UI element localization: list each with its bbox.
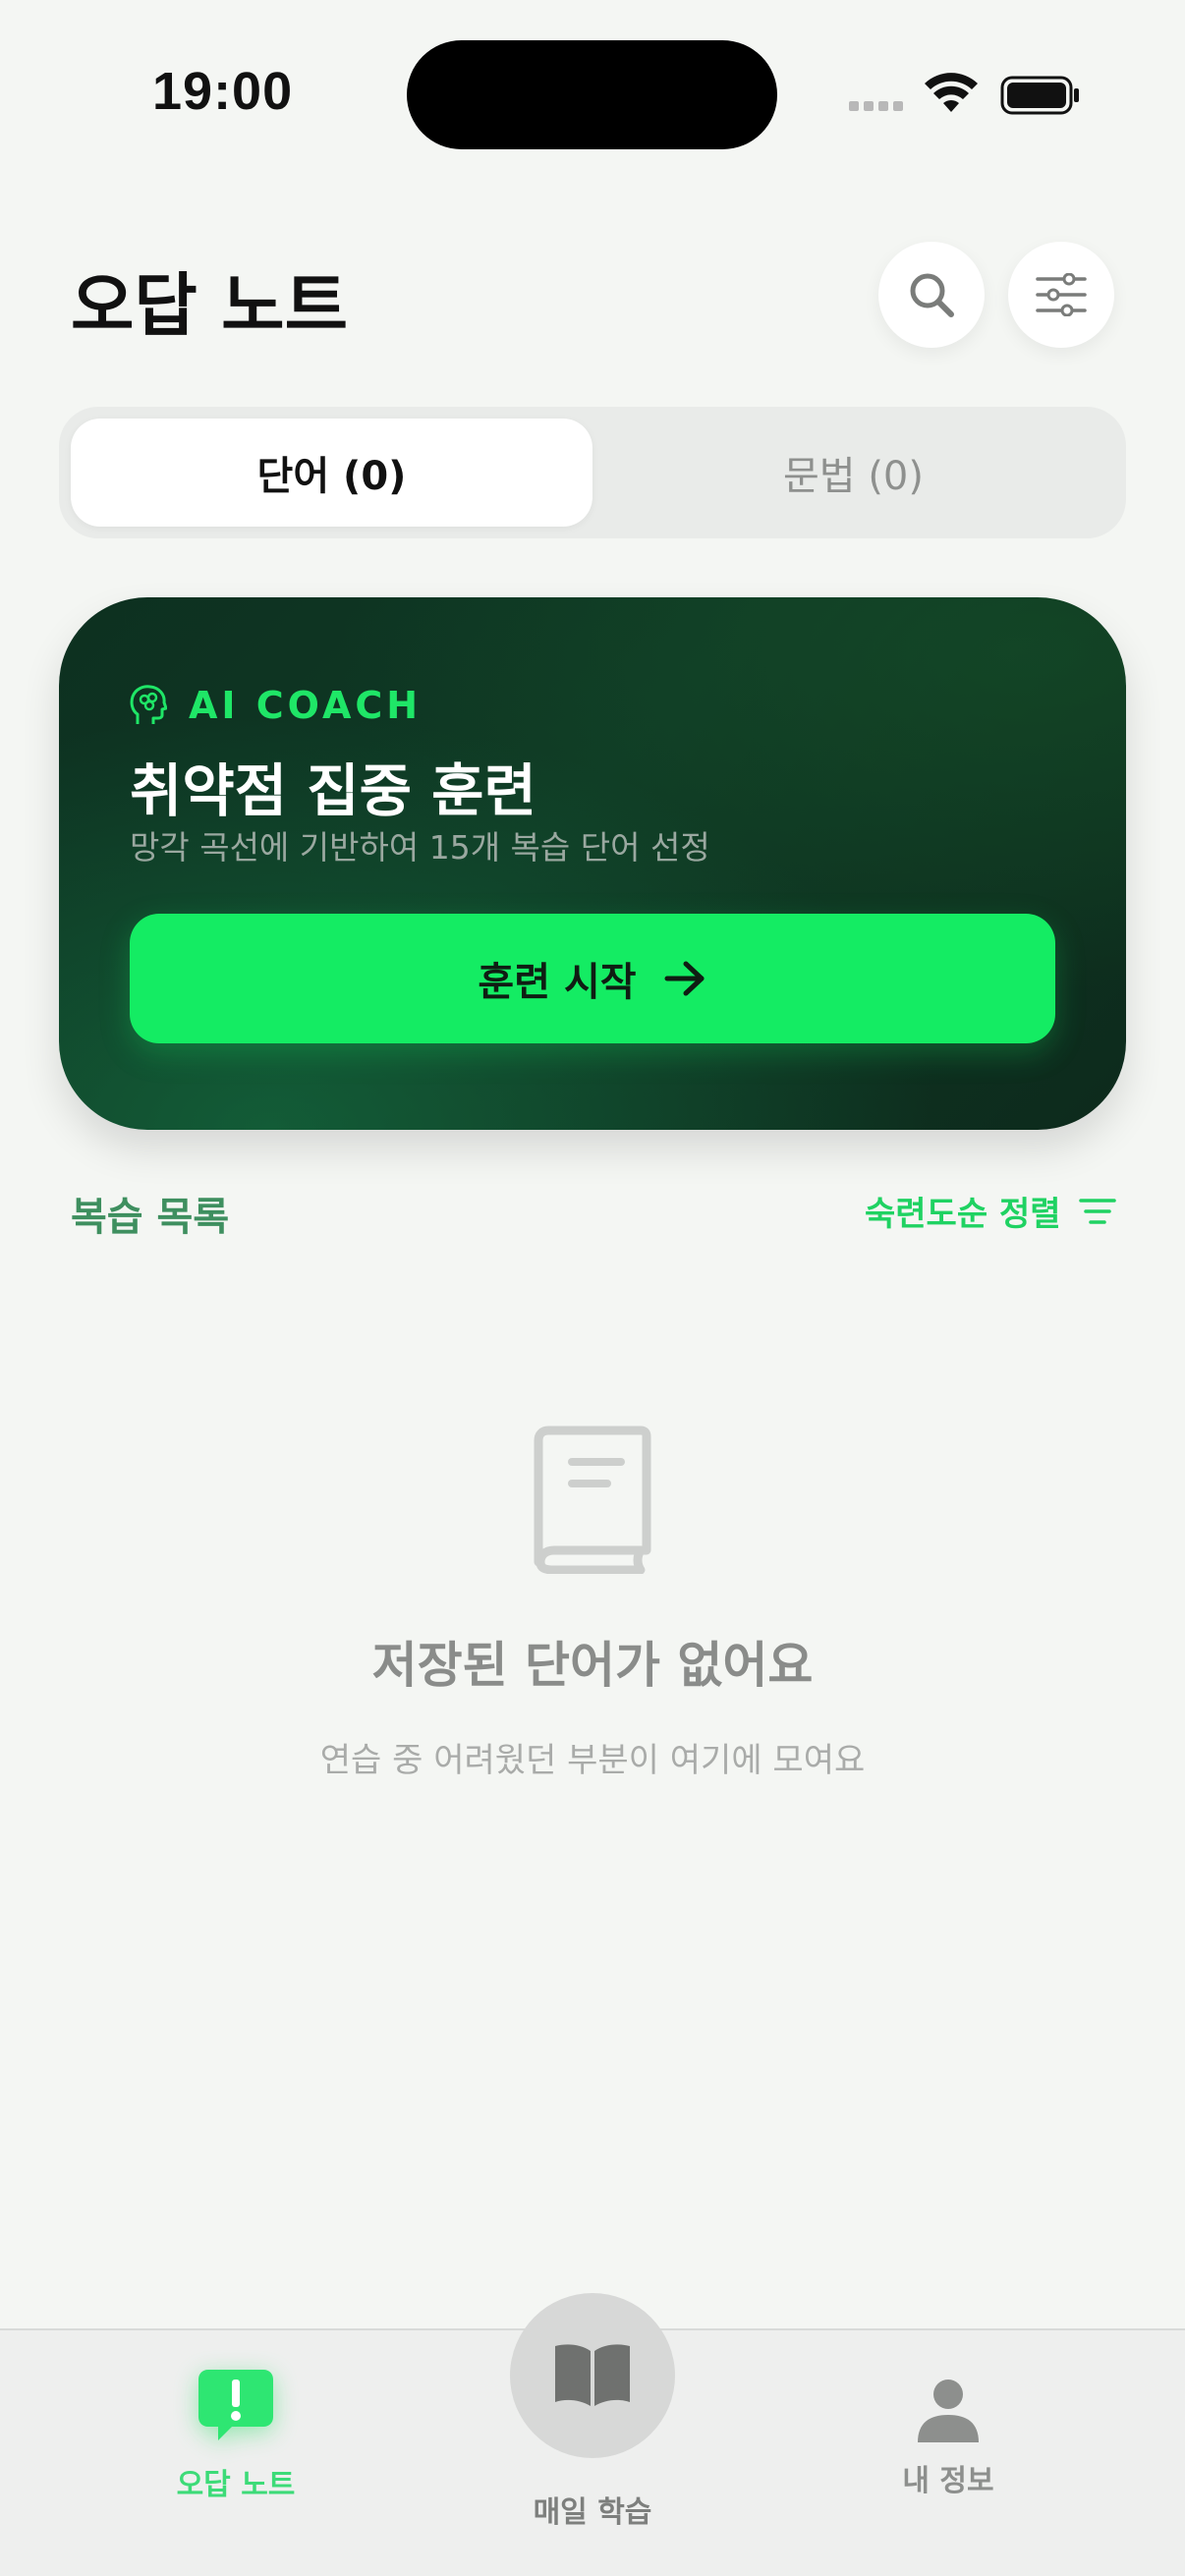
arrow-right-icon (664, 961, 705, 996)
tab-words[interactable]: 단어 (0) (71, 419, 592, 527)
daily-study-circle (510, 2293, 675, 2458)
bottom-tab-bar: 오답 노트 매일 학습 내 정보 (0, 2293, 1185, 2576)
empty-state-title: 저장된 단어가 없어요 (371, 1637, 814, 1694)
tab-wrong-answer-note[interactable]: 오답 노트 (138, 2366, 334, 2503)
brain-head-icon (130, 685, 167, 724)
page-title: 오답 노트 (71, 265, 348, 346)
tab-my-info[interactable]: 내 정보 (850, 2378, 1046, 2499)
status-time: 19:00 (152, 62, 294, 121)
search-icon (910, 273, 954, 317)
chat-exclamation-icon (197, 2366, 275, 2444)
start-training-button[interactable]: 훈련 시작 (130, 914, 1055, 1043)
person-icon (918, 2380, 979, 2442)
search-button[interactable] (878, 242, 985, 348)
dynamic-island (407, 40, 777, 149)
coach-subtitle: 망각 곡선에 기반하여 15개 복습 단어 선정 (130, 828, 710, 867)
review-list-title: 복습 목록 (71, 1195, 230, 1240)
sliders-icon (1036, 273, 1087, 316)
tab-label: 내 정보 (902, 2464, 994, 2498)
ai-coach-label: AI COACH (189, 684, 423, 727)
sort-lines-icon (1078, 1198, 1116, 1224)
tab-label: 오답 노트 (176, 2468, 296, 2502)
cellular-signal-icon (849, 101, 903, 111)
tab-label: 매일 학습 (533, 2495, 652, 2530)
segmented-control: 단어 (0) 문법 (0) (59, 407, 1126, 538)
sort-by-proficiency-button[interactable]: 숙련도순 정렬 (865, 1187, 1116, 1235)
filter-button[interactable] (1008, 242, 1114, 348)
ai-coach-card: AI COACH 취약점 집중 훈련 망각 곡선에 기반하여 15개 복습 단어… (59, 597, 1126, 1130)
battery-icon (1000, 76, 1079, 115)
book-icon (534, 1426, 651, 1574)
tab-daily-study[interactable]: 매일 학습 (494, 2293, 691, 2531)
coach-title: 취약점 집중 훈련 (130, 757, 536, 824)
sort-label: 숙련도순 정렬 (865, 1195, 1061, 1234)
empty-state-subtitle: 연습 중 어려웠던 부분이 여기에 모여요 (319, 1741, 866, 1780)
ai-coach-badge: AI COACH (130, 684, 422, 727)
tab-grammar[interactable]: 문법 (0) (592, 419, 1114, 527)
wifi-icon (925, 73, 978, 112)
start-training-label: 훈련 시작 (478, 960, 637, 1005)
open-book-icon (555, 2344, 630, 2406)
